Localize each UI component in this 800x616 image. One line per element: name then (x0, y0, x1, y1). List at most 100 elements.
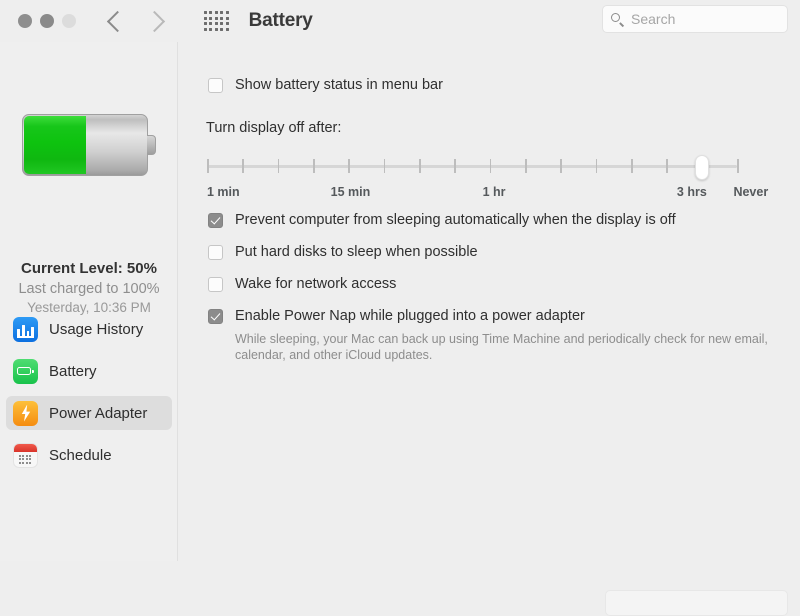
calendar-header (14, 443, 37, 452)
power-nap-help-text: While sleeping, your Mac can back up usi… (235, 332, 768, 362)
battery-level-graphic (22, 114, 156, 176)
wake-network-checkbox[interactable] (208, 277, 223, 292)
grid-dot (225, 22, 229, 26)
last-charged-text: Last charged to 100% (18, 281, 160, 297)
grid-dot (220, 16, 224, 20)
sidebar-item-label: Schedule (49, 446, 112, 464)
slider-tick (313, 159, 315, 173)
sidebar-item-list: Usage History Battery Power Adapter Sche… (6, 312, 172, 480)
battery-body (22, 114, 148, 176)
wake-network-row[interactable]: Wake for network access (208, 276, 768, 292)
slider-tick (242, 159, 244, 173)
slider-tick (454, 159, 456, 173)
grid-dot (225, 16, 229, 20)
slider-knob[interactable] (694, 155, 709, 180)
minimize-window-button[interactable] (40, 14, 54, 28)
slider-tick-label: 3 hrs (676, 185, 707, 199)
battery-preferences-window: Battery Search Current Level: 50% Last c… (0, 0, 800, 616)
battery-icon (13, 358, 38, 384)
power-nap-row[interactable]: Enable Power Nap while plugged into a po… (208, 308, 768, 324)
grid-dot (209, 16, 213, 20)
prevent-sleep-label: Prevent computer from sleeping automatic… (235, 212, 676, 228)
back-chevron-icon[interactable] (106, 10, 129, 32)
show-battery-status-row[interactable]: Show battery status in menu bar (208, 77, 443, 93)
slider-tick (489, 159, 492, 173)
navigation-arrows (106, 10, 166, 32)
prevent-sleep-checkbox[interactable] (208, 213, 223, 228)
grid-dot (220, 11, 224, 15)
slider-tick-label: 1 hr (482, 185, 506, 199)
slider-tick (525, 159, 527, 173)
slider-tick-label: Never (733, 185, 769, 199)
grid-dot (220, 27, 224, 31)
slider-tick (631, 159, 633, 173)
grid-dot (209, 27, 213, 31)
calendar-grid (18, 454, 34, 464)
grid-dot (204, 27, 207, 31)
search-placeholder: Search (631, 11, 676, 27)
sidebar-item-label: Usage History (49, 320, 144, 338)
grid-dot (214, 16, 218, 20)
grid-dot (204, 16, 207, 20)
slider-tick (595, 159, 598, 173)
traffic-lights (18, 14, 76, 28)
window-toolbar: Battery Search (0, 0, 800, 42)
slider-tick (277, 159, 280, 173)
power-nap-checkbox[interactable] (208, 309, 223, 324)
forward-chevron-icon[interactable] (143, 10, 166, 32)
close-window-button[interactable] (18, 14, 32, 28)
power-nap-label: Enable Power Nap while plugged into a po… (235, 308, 585, 324)
slider-tick (737, 159, 739, 173)
main-content-pane: Show battery status in menu bar Turn dis… (179, 42, 800, 616)
maximize-window-button[interactable] (62, 14, 76, 28)
show-battery-status-checkbox[interactable] (208, 78, 223, 93)
grid-dot (209, 22, 213, 26)
grid-dot (214, 22, 218, 26)
grid-dot (204, 22, 207, 26)
prevent-sleep-row[interactable]: Prevent computer from sleeping automatic… (208, 212, 768, 228)
battery-icon-shell (17, 367, 31, 375)
battery-fill (24, 116, 86, 174)
slider-tick (666, 159, 668, 173)
slider-tick (348, 159, 350, 173)
grid-dot (220, 22, 224, 26)
sidebar-item-label: Power Adapter (49, 404, 148, 422)
wake-network-label: Wake for network access (235, 276, 397, 292)
battery-terminal (147, 135, 156, 155)
sidebar-item-label: Battery (49, 362, 97, 380)
slider-tick-label: 15 min (330, 185, 371, 199)
grid-show-all-icon[interactable] (204, 11, 229, 31)
sidebar-item-power-adapter[interactable]: Power Adapter (6, 396, 172, 430)
display-sleep-slider[interactable]: 1 min 15 min 1 hr 3 hrs Never (206, 155, 768, 199)
bar-chart-icon (13, 316, 38, 342)
slider-tick (207, 159, 209, 173)
hard-disk-sleep-checkbox[interactable] (208, 245, 223, 260)
bottom-partial-button[interactable] (605, 590, 788, 616)
bolt-icon (13, 400, 38, 426)
sidebar-item-battery[interactable]: Battery (6, 354, 172, 388)
slider-tick (383, 159, 386, 173)
battery-status-block: Current Level: 50% Last charged to 100% … (0, 260, 178, 315)
grid-dot (225, 11, 229, 15)
display-sleep-title: Turn display off after: (206, 120, 342, 136)
calendar-icon (13, 442, 38, 468)
slider-tick (560, 159, 562, 173)
bar-chart-bars (17, 323, 34, 337)
sidebar-item-schedule[interactable]: Schedule (6, 438, 172, 472)
grid-dot (209, 11, 213, 15)
sidebar-item-usage-history[interactable]: Usage History (6, 312, 172, 346)
current-level-text: Current Level: 50% (21, 260, 157, 277)
slider-tick-label: 1 min (207, 185, 240, 199)
display-sleep-section: Turn display off after: 1 min 15 min 1 hr 3… (206, 120, 768, 199)
grid-dot (204, 11, 207, 15)
search-field[interactable]: Search (602, 5, 788, 33)
grid-dot (225, 27, 229, 31)
grid-dot (214, 11, 218, 15)
bar-chart-baseline (17, 335, 34, 338)
hard-disk-sleep-row[interactable]: Put hard disks to sleep when possible (208, 244, 768, 260)
search-icon (611, 12, 624, 26)
slider-tick (419, 159, 421, 173)
grid-dot (214, 27, 218, 31)
slider-track[interactable] (207, 165, 737, 168)
battery-icon-nub (32, 369, 34, 373)
